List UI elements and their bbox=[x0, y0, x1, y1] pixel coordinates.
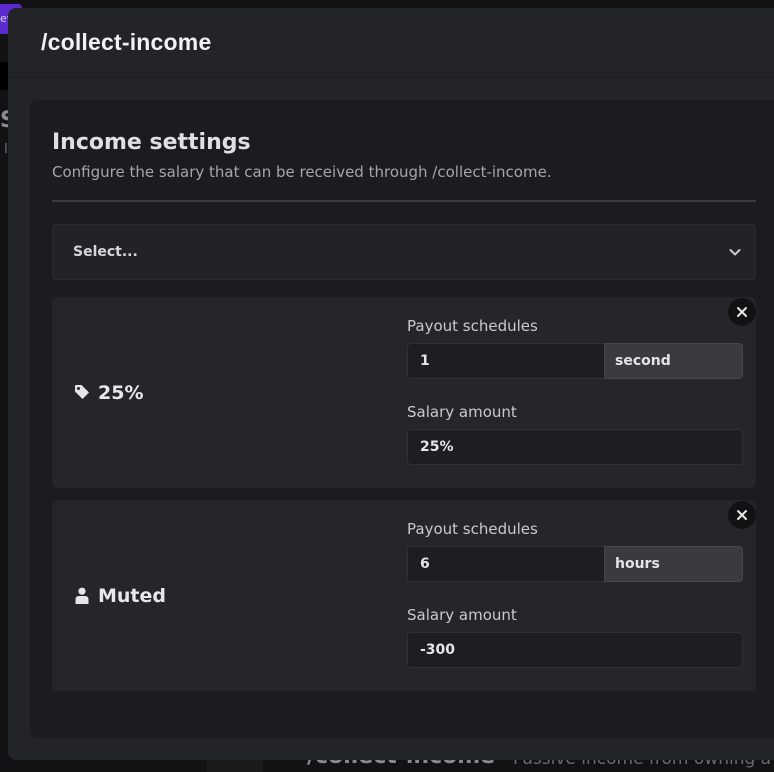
role-fields: Payout schedules second Salary amount bbox=[407, 297, 743, 488]
payout-interval-input[interactable] bbox=[407, 343, 604, 379]
role-name: Muted bbox=[98, 584, 167, 607]
income-role-card: Muted Payout schedules hours Salary amou… bbox=[52, 500, 756, 691]
close-icon bbox=[737, 307, 747, 317]
payout-schedule-group: hours bbox=[407, 546, 743, 582]
income-settings-panel: Income settings Configure the salary tha… bbox=[30, 100, 774, 738]
select-placeholder: Select... bbox=[73, 244, 138, 260]
modal-header: /collect-income bbox=[8, 8, 774, 78]
salary-amount-input[interactable] bbox=[407, 429, 743, 465]
section-description: Configure the salary that can be receive… bbox=[52, 163, 552, 181]
role-name: 25% bbox=[98, 381, 144, 404]
divider bbox=[52, 200, 756, 202]
payout-schedules-label: Payout schedules bbox=[407, 520, 538, 538]
user-icon bbox=[74, 587, 90, 604]
chevron-down-icon bbox=[729, 249, 741, 256]
payout-interval-input[interactable] bbox=[407, 546, 604, 582]
close-icon bbox=[737, 510, 747, 520]
tag-icon bbox=[74, 384, 90, 401]
income-role-card: 25% Payout schedules second Salary amoun… bbox=[52, 297, 756, 488]
role-label: 25% bbox=[52, 297, 407, 488]
section-title: Income settings bbox=[52, 130, 251, 155]
role-select-dropdown[interactable]: Select... bbox=[52, 224, 756, 280]
modal-title: /collect-income bbox=[41, 29, 212, 55]
remove-role-button[interactable] bbox=[728, 501, 756, 529]
payout-schedule-group: second bbox=[407, 343, 743, 379]
payout-schedules-label: Payout schedules bbox=[407, 317, 538, 335]
payout-unit-select[interactable]: hours bbox=[604, 546, 743, 582]
payout-unit-select[interactable]: second bbox=[604, 343, 743, 379]
income-modal: /collect-income Income settings Configur… bbox=[8, 8, 774, 760]
role-fields: Payout schedules hours Salary amount bbox=[407, 500, 743, 691]
salary-amount-label: Salary amount bbox=[407, 606, 517, 624]
salary-amount-input[interactable] bbox=[407, 632, 743, 668]
role-label: Muted bbox=[52, 500, 407, 691]
salary-amount-label: Salary amount bbox=[407, 403, 517, 421]
remove-role-button[interactable] bbox=[728, 298, 756, 326]
